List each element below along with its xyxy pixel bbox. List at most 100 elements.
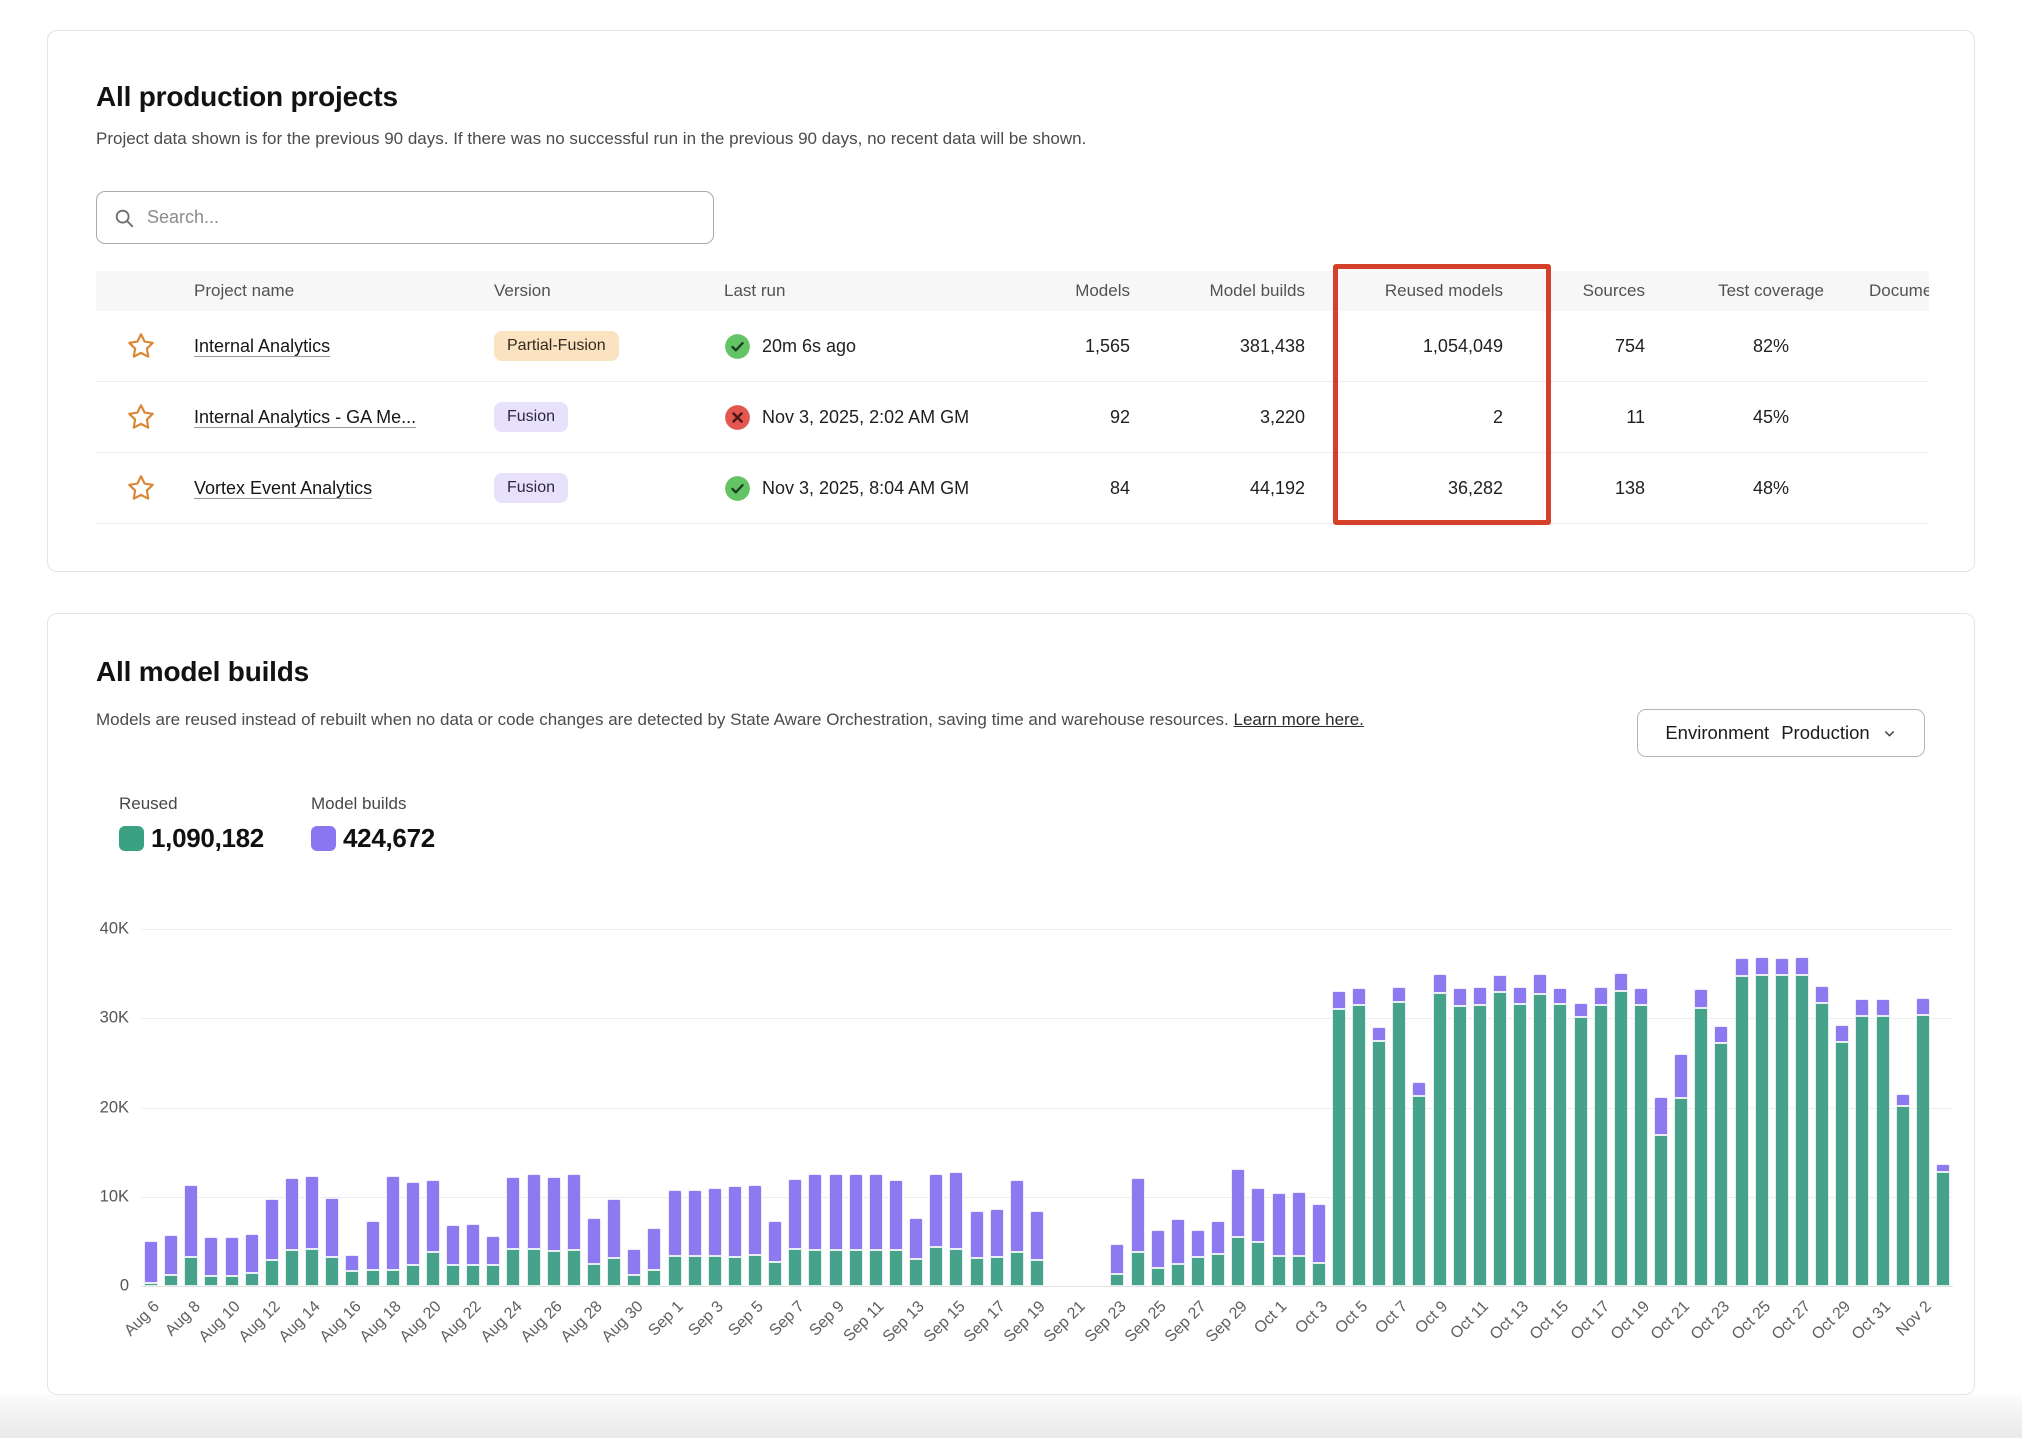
bar-reused-segment[interactable] xyxy=(1936,1172,1950,1286)
bar-builds-segment[interactable] xyxy=(285,1178,299,1250)
search-input[interactable] xyxy=(147,207,667,228)
bar-builds-segment[interactable] xyxy=(929,1174,943,1246)
bar-builds-segment[interactable] xyxy=(567,1174,581,1250)
legend-reused[interactable]: Reused 1,090,182 xyxy=(119,794,264,854)
bar-reused-segment[interactable] xyxy=(1171,1264,1185,1286)
bar-reused-segment[interactable] xyxy=(1654,1135,1668,1286)
bar-reused-segment[interactable] xyxy=(970,1258,984,1286)
bar-builds-segment[interactable] xyxy=(627,1249,641,1275)
bar-builds-segment[interactable] xyxy=(1916,998,1930,1015)
bar-builds-segment[interactable] xyxy=(1110,1244,1124,1273)
bar-reused-segment[interactable] xyxy=(688,1256,702,1286)
bar-reused-segment[interactable] xyxy=(1292,1256,1306,1286)
bar-reused-segment[interactable] xyxy=(1634,1005,1648,1286)
learn-more-link[interactable]: Learn more here. xyxy=(1233,710,1363,729)
bar-reused-segment[interactable] xyxy=(1392,1002,1406,1286)
bar-builds-segment[interactable] xyxy=(1634,988,1648,1005)
bar-builds-segment[interactable] xyxy=(1292,1192,1306,1255)
bar-builds-segment[interactable] xyxy=(527,1174,541,1249)
bar-builds-segment[interactable] xyxy=(1594,987,1608,1005)
bar-builds-segment[interactable] xyxy=(265,1199,279,1261)
bar-reused-segment[interactable] xyxy=(426,1252,440,1286)
bar-reused-segment[interactable] xyxy=(285,1250,299,1286)
bar-builds-segment[interactable] xyxy=(1815,986,1829,1003)
col-documentation[interactable]: Documentation xyxy=(1861,281,1929,301)
bar-builds-segment[interactable] xyxy=(386,1176,400,1270)
bar-reused-segment[interactable] xyxy=(567,1250,581,1286)
bar-reused-segment[interactable] xyxy=(204,1276,218,1286)
bar-reused-segment[interactable] xyxy=(1815,1003,1829,1286)
bar-builds-segment[interactable] xyxy=(829,1174,843,1250)
bar-builds-segment[interactable] xyxy=(1171,1219,1185,1264)
bar-reused-segment[interactable] xyxy=(1372,1041,1386,1286)
bar-reused-segment[interactable] xyxy=(1755,975,1769,1286)
bar-builds-segment[interactable] xyxy=(1412,1082,1426,1096)
bar-builds-segment[interactable] xyxy=(1453,988,1467,1006)
bar-reused-segment[interactable] xyxy=(1151,1268,1165,1286)
bar-reused-segment[interactable] xyxy=(1231,1237,1245,1286)
bar-reused-segment[interactable] xyxy=(1674,1098,1688,1286)
bar-reused-segment[interactable] xyxy=(1131,1252,1145,1286)
bar-reused-segment[interactable] xyxy=(1594,1005,1608,1286)
bar-builds-segment[interactable] xyxy=(184,1185,198,1256)
bar-builds-segment[interactable] xyxy=(1392,987,1406,1002)
bar-builds-segment[interactable] xyxy=(647,1228,661,1270)
bar-builds-segment[interactable] xyxy=(688,1190,702,1256)
bar-reused-segment[interactable] xyxy=(366,1270,380,1286)
bar-reused-segment[interactable] xyxy=(587,1264,601,1286)
bar-reused-segment[interactable] xyxy=(1694,1008,1708,1286)
bar-builds-segment[interactable] xyxy=(1795,957,1809,976)
project-name-link[interactable]: Internal Analytics - GA Me... xyxy=(186,407,486,428)
bar-reused-segment[interactable] xyxy=(1352,1005,1366,1286)
bar-builds-segment[interactable] xyxy=(225,1237,239,1276)
bar-builds-segment[interactable] xyxy=(607,1199,621,1259)
bar-reused-segment[interactable] xyxy=(1835,1042,1849,1286)
bar-reused-segment[interactable] xyxy=(990,1257,1004,1286)
bar-builds-segment[interactable] xyxy=(768,1221,782,1262)
bar-builds-segment[interactable] xyxy=(1151,1230,1165,1268)
bar-reused-segment[interactable] xyxy=(406,1265,420,1286)
search-box[interactable] xyxy=(96,191,714,244)
favorite-star-icon[interactable] xyxy=(126,331,156,361)
project-name-link[interactable]: Internal Analytics xyxy=(186,336,486,357)
bar-builds-segment[interactable] xyxy=(708,1188,722,1256)
bar-builds-segment[interactable] xyxy=(1936,1164,1950,1172)
bar-builds-segment[interactable] xyxy=(909,1218,923,1259)
bar-builds-segment[interactable] xyxy=(849,1174,863,1251)
bar-builds-segment[interactable] xyxy=(245,1234,259,1272)
bar-builds-segment[interactable] xyxy=(587,1218,601,1264)
bar-reused-segment[interactable] xyxy=(1433,993,1447,1286)
bar-builds-segment[interactable] xyxy=(466,1224,480,1264)
bar-builds-segment[interactable] xyxy=(1755,957,1769,976)
bar-builds-segment[interactable] xyxy=(1473,987,1487,1005)
bar-reused-segment[interactable] xyxy=(1876,1016,1890,1286)
bar-builds-segment[interactable] xyxy=(164,1235,178,1275)
col-model-builds[interactable]: Model builds xyxy=(1166,281,1341,301)
bar-builds-segment[interactable] xyxy=(788,1179,802,1250)
bar-reused-segment[interactable] xyxy=(788,1249,802,1286)
bar-builds-segment[interactable] xyxy=(1493,975,1507,993)
bar-builds-segment[interactable] xyxy=(1896,1094,1910,1106)
favorite-star-icon[interactable] xyxy=(126,402,156,432)
bar-reused-segment[interactable] xyxy=(1775,975,1789,1286)
bar-reused-segment[interactable] xyxy=(1553,1004,1567,1286)
bar-reused-segment[interactable] xyxy=(708,1256,722,1286)
bar-reused-segment[interactable] xyxy=(466,1265,480,1286)
bar-reused-segment[interactable] xyxy=(1614,991,1628,1286)
bar-reused-segment[interactable] xyxy=(386,1270,400,1286)
bar-reused-segment[interactable] xyxy=(1714,1043,1728,1286)
bar-reused-segment[interactable] xyxy=(144,1283,158,1286)
bar-reused-segment[interactable] xyxy=(164,1275,178,1286)
bar-reused-segment[interactable] xyxy=(1332,1009,1346,1286)
bar-builds-segment[interactable] xyxy=(406,1182,420,1265)
bar-builds-segment[interactable] xyxy=(728,1186,742,1257)
bar-builds-segment[interactable] xyxy=(144,1241,158,1283)
bar-builds-segment[interactable] xyxy=(305,1176,319,1249)
bar-reused-segment[interactable] xyxy=(527,1249,541,1286)
bar-reused-segment[interactable] xyxy=(909,1259,923,1286)
bar-reused-segment[interactable] xyxy=(889,1250,903,1286)
bar-reused-segment[interactable] xyxy=(305,1249,319,1286)
bar-builds-segment[interactable] xyxy=(808,1174,822,1251)
bar-reused-segment[interactable] xyxy=(1030,1260,1044,1286)
bar-reused-segment[interactable] xyxy=(929,1247,943,1286)
